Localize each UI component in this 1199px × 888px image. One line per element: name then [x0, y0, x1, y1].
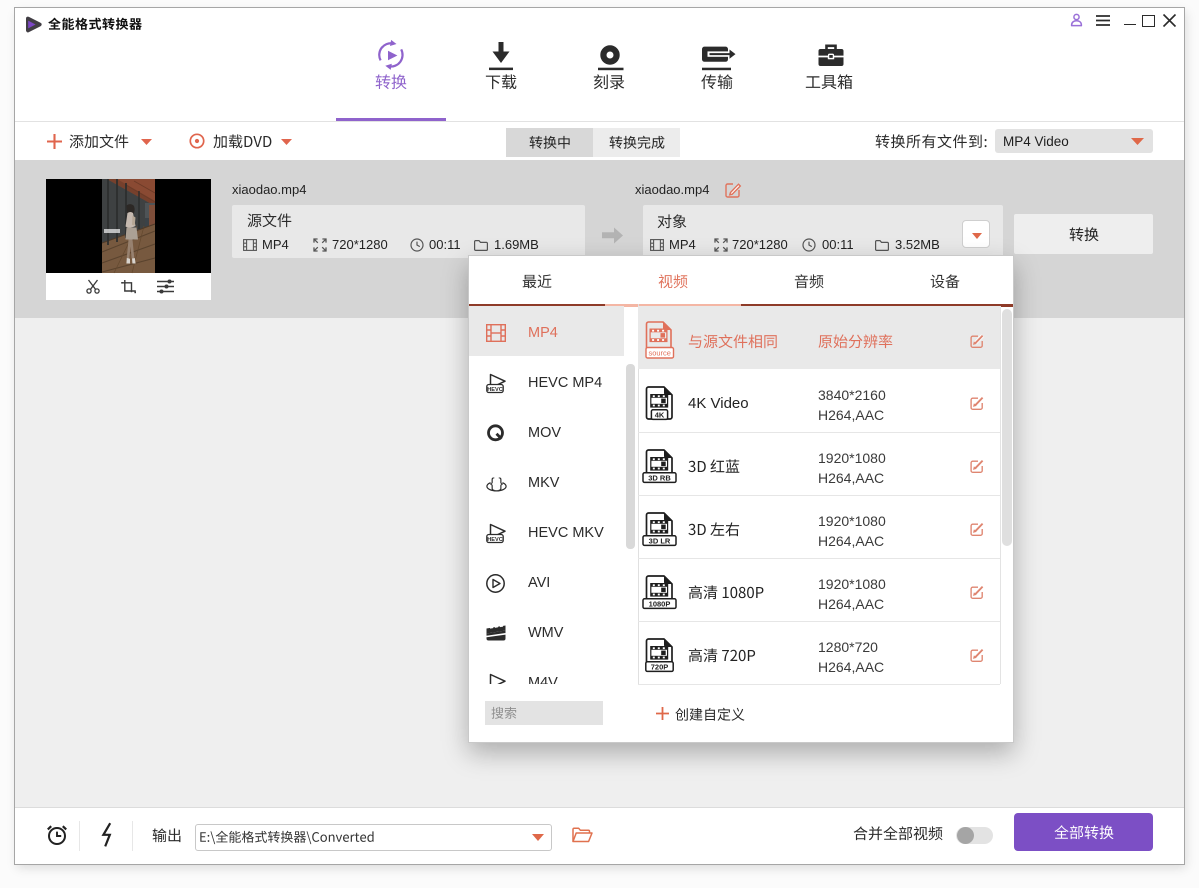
svg-text:4K: 4K [655, 411, 665, 420]
svg-text:source: source [648, 349, 671, 358]
svg-text:HEVC: HEVC [487, 537, 503, 543]
svg-text:720P: 720P [651, 663, 669, 672]
svg-text:3D LR: 3D LR [649, 537, 671, 546]
svg-text:HEVC: HEVC [487, 387, 503, 393]
svg-text:1080P: 1080P [649, 600, 671, 609]
svg-text:{ }: { } [490, 475, 504, 491]
svg-text:3D RB: 3D RB [648, 474, 671, 483]
